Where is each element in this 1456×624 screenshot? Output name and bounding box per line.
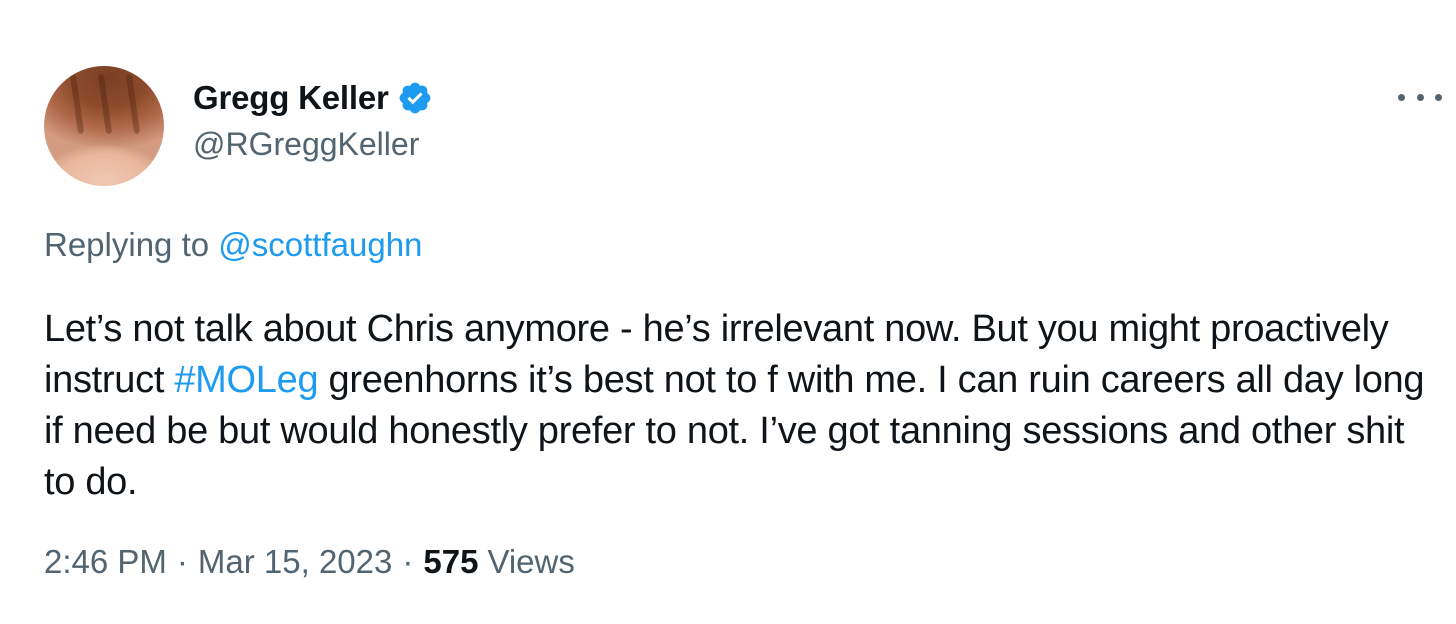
tweet-date[interactable]: Mar 15, 2023 [198, 543, 392, 581]
tweet-time[interactable]: 2:46 PM [44, 543, 167, 581]
replying-to-mention[interactable]: @scottfaughn [218, 226, 422, 263]
more-dot [1435, 93, 1442, 101]
avatar-hair-detail [125, 73, 141, 135]
author-avatar[interactable] [44, 66, 164, 186]
replying-to-label: Replying to [44, 226, 210, 263]
tweet-metadata: 2:46 PM · Mar 15, 2023 · 575 Views [44, 543, 575, 581]
verified-badge-icon[interactable] [397, 80, 433, 116]
tweet-text: Let’s not talk about Chris anymore - he’… [44, 304, 1434, 508]
more-dot [1416, 93, 1424, 101]
meta-separator: · [402, 543, 414, 580]
meta-separator: · [176, 543, 188, 580]
author-name-row: Gregg Keller [193, 76, 433, 120]
more-dot [1398, 93, 1405, 101]
author-display-name[interactable]: Gregg Keller [193, 79, 389, 117]
avatar-hair-detail [69, 73, 85, 135]
views-count: 575 [423, 543, 479, 580]
views-label: Views [487, 543, 575, 580]
tweet-card: Gregg Keller @RGreggKeller Replying to @… [0, 0, 1456, 624]
more-options-icon[interactable] [1398, 82, 1442, 112]
hashtag-link[interactable]: #MOLeg [174, 359, 318, 401]
avatar-hair-detail [97, 73, 113, 135]
author-handle[interactable]: @RGreggKeller [193, 126, 419, 163]
replying-to-line: Replying to @scottfaughn [44, 226, 422, 264]
